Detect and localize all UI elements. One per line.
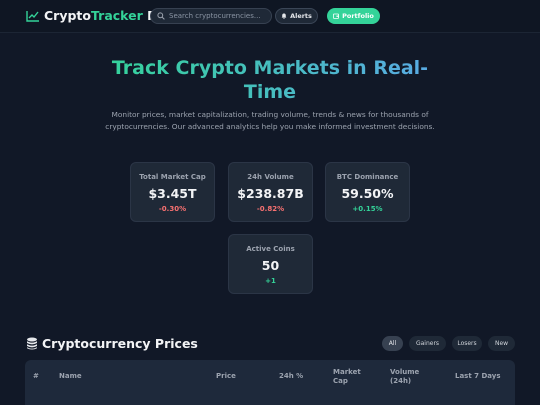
prices-table-header: # Name Price 24h % Market Cap Volume (24… [25, 360, 515, 405]
bell-icon [281, 13, 287, 19]
column-market-cap-line-1: Market [333, 368, 361, 376]
search-input[interactable] [169, 12, 269, 20]
column-market-cap[interactable]: Market Cap [333, 368, 361, 386]
stat-change: -0.82% [256, 205, 285, 213]
stat-card-market-cap: Total Market Cap $3.45T -0.30% [130, 162, 215, 222]
column-name[interactable]: Name [59, 372, 82, 381]
stat-change: +1 [265, 277, 276, 285]
prices-title: Cryptocurrency Prices [42, 336, 198, 351]
chart-line-icon [26, 10, 39, 22]
hero-subtitle: Monitor prices, market capitalization, t… [105, 110, 435, 131]
coins-icon [27, 337, 37, 350]
column-rank[interactable]: # [33, 372, 39, 381]
stat-card-btc-dominance: BTC Dominance 59.50% +0.15% [325, 162, 410, 222]
portfolio-button[interactable]: Portfolio [327, 8, 380, 24]
hero-title-line-1: Track Crypto Markets in Real- [111, 57, 429, 79]
stat-label: Total Market Cap [139, 173, 206, 181]
alerts-label: Alerts [290, 12, 312, 20]
column-volume-line-1: Volume [390, 368, 420, 376]
prices-section-title: Cryptocurrency Prices [26, 336, 198, 351]
top-navbar: CryptoTracker Pro Alerts Portfolio [0, 0, 540, 33]
column-volume-line-2: (24h) [390, 377, 412, 385]
hero-title-line-2: Time [243, 81, 297, 103]
stat-value: $3.45T [148, 186, 197, 201]
stat-value: 50 [261, 258, 280, 273]
filter-new[interactable]: New [488, 336, 515, 351]
stat-card-active-coins: Active Coins 50 +1 [228, 234, 313, 294]
filter-gainers[interactable]: Gainers [409, 336, 446, 351]
search-icon [157, 12, 165, 20]
column-volume[interactable]: Volume (24h) [390, 368, 419, 386]
stat-value: 59.50% [341, 186, 394, 201]
column-price[interactable]: Price [216, 372, 236, 381]
column-last-7-days[interactable]: Last 7 Days [455, 372, 501, 381]
stat-change: -0.30% [158, 205, 187, 213]
app-name-main: Crypto [44, 8, 91, 23]
column-market-cap-line-2: Cap [333, 377, 348, 385]
search-box[interactable] [150, 8, 272, 24]
portfolio-label: Portfolio [342, 12, 374, 20]
stat-change: +0.15% [352, 205, 383, 213]
stat-label: BTC Dominance [336, 173, 399, 181]
app-name-accent: Tracker [91, 8, 143, 23]
alerts-button[interactable]: Alerts [275, 8, 318, 24]
stat-value: $238.87B [237, 186, 304, 201]
filter-all[interactable]: All [382, 336, 403, 351]
filter-losers[interactable]: Losers [452, 336, 482, 351]
stat-label: Active Coins [246, 245, 295, 253]
column-24h-change[interactable]: 24h % [279, 372, 303, 381]
hero-title: Track Crypto Markets in Real- Time [100, 56, 440, 104]
stat-card-volume: 24h Volume $238.87B -0.82% [228, 162, 313, 222]
stat-label: 24h Volume [247, 173, 294, 181]
wallet-icon [333, 13, 340, 19]
